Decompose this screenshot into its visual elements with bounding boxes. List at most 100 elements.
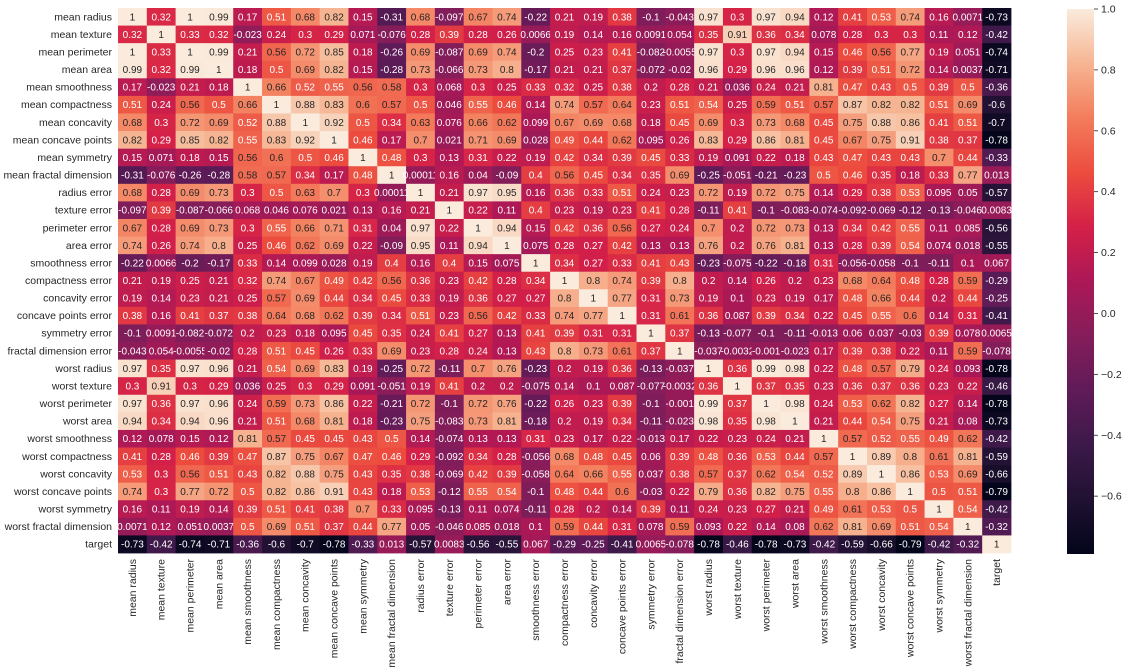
- cell-value-label: 0.3: [298, 381, 312, 392]
- cell-value-label: 0.55: [612, 469, 632, 480]
- cell-value-label: -0.076: [147, 171, 176, 182]
- cell-value-label: 1: [158, 30, 164, 41]
- cell-value-label: 0.61: [843, 505, 863, 516]
- cell-value-label: -0.077: [723, 329, 752, 340]
- cell-value-label: -0.058: [522, 469, 551, 480]
- cell-value-label: 0.39: [843, 65, 863, 76]
- cell-value-label: -0.075: [723, 258, 752, 269]
- cell-value-label: 0.55: [900, 434, 920, 445]
- cell-value-label: -0.42: [150, 540, 173, 551]
- cell-value-label: 0.22: [958, 381, 978, 392]
- cell-value-label: 1: [591, 294, 597, 305]
- cell-value-label: 0.087: [725, 311, 750, 322]
- cell-value-label: 0.31: [468, 153, 488, 164]
- cell-value-label: 0.82: [324, 12, 344, 23]
- cell-value-label: 0.88: [267, 118, 287, 129]
- cell-value-label: 0.74: [555, 100, 575, 111]
- cell-value-label: 1: [245, 83, 251, 94]
- cell-value-label: 0.15: [468, 258, 488, 269]
- cell-value-label: 0.51: [209, 469, 229, 480]
- cell-value-label: -0.02: [207, 346, 230, 357]
- x-tick-label: area error: [501, 559, 513, 606]
- cell-value-label: 0.32: [238, 276, 258, 287]
- cell-value-label: 0.091: [350, 381, 375, 392]
- cell-value-label: 0.25: [238, 294, 258, 305]
- cell-value-label: 0.99: [180, 65, 200, 76]
- cell-value-label: 0.17: [382, 135, 402, 146]
- cell-value-label: 0.14: [756, 522, 776, 533]
- cell-value-label: 0.62: [497, 118, 517, 129]
- cell-value-label: 0.81: [497, 417, 517, 428]
- cell-value-label: 0.04: [468, 171, 488, 182]
- cell-value-label: 0.73: [468, 417, 488, 428]
- cell-value-label: 0.14: [555, 381, 575, 392]
- cell-value-label: 0.45: [814, 135, 834, 146]
- cell-value-label: 0.81: [843, 522, 863, 533]
- cell-value-label: 0.74: [180, 241, 200, 252]
- cell-value-label: 0.36: [728, 487, 748, 498]
- cell-value-label: 0.0083: [981, 206, 1012, 217]
- cell-value-label: 0.91: [324, 487, 344, 498]
- cell-value-label: 0.21: [238, 47, 258, 58]
- cell-value-label: 0.33: [238, 258, 258, 269]
- cell-value-label: 0.43: [872, 83, 892, 94]
- cell-value-label: 0.23: [180, 294, 200, 305]
- cell-value-label: -0.18: [784, 258, 807, 269]
- cell-value-label: 0.13: [497, 346, 517, 357]
- cell-value-label: 0.72: [756, 188, 776, 199]
- cell-value-label: 1: [187, 47, 193, 58]
- cell-value-label: 1: [446, 206, 452, 217]
- cell-value-label: 0.25: [497, 83, 517, 94]
- cell-value-label: 0.24: [756, 83, 776, 94]
- colorbar-tick-label: 0.4: [1101, 186, 1116, 198]
- cell-value-label: -0.29: [553, 540, 576, 551]
- cell-value-label: 0.48: [555, 487, 575, 498]
- cell-value-label: -0.074: [810, 206, 839, 217]
- cell-value-label: 0.0065: [981, 329, 1012, 340]
- cell-value-label: 0.69: [296, 294, 316, 305]
- cell-value-label: 0.074: [494, 505, 519, 516]
- cell-value-label: 0.33: [151, 47, 171, 58]
- cell-value-label: 0.071: [149, 153, 174, 164]
- cell-value-label: 0.55: [324, 83, 344, 94]
- cell-value-label: 0.14: [209, 505, 229, 516]
- cell-value-label: -0.051: [377, 381, 406, 392]
- cell-value-label: 0.62: [612, 135, 632, 146]
- cell-value-label: 0.12: [151, 522, 171, 533]
- cell-value-label: 0.82: [900, 399, 920, 410]
- cell-value-label: 0.96: [209, 364, 229, 375]
- cell-value-label: 0.3: [874, 30, 888, 41]
- cell-value-label: -0.056: [838, 258, 867, 269]
- x-tick-label: mean area: [213, 559, 225, 609]
- cell-value-label: 0.5: [414, 100, 428, 111]
- cell-value-label: 0.5: [817, 171, 831, 182]
- cell-value-label: 0.73: [670, 294, 690, 305]
- cell-value-label: 0.095: [638, 135, 663, 146]
- cell-value-label: 0.21: [785, 83, 805, 94]
- cell-value-label: 0.88: [296, 469, 316, 480]
- cell-value-label: 0.38: [612, 12, 632, 23]
- cell-value-label: -0.78: [985, 399, 1008, 410]
- cell-value-label: 0.42: [555, 223, 575, 234]
- cell-value-label: 0.6: [615, 487, 629, 498]
- cell-value-label: 0.99: [756, 364, 776, 375]
- cell-value-label: -0.33: [351, 540, 374, 551]
- x-tick-label: worst radius: [703, 559, 715, 617]
- cell-value-label: 0.34: [843, 223, 863, 234]
- cell-value-label: 0.73: [756, 118, 776, 129]
- cell-value-label: 0.35: [151, 364, 171, 375]
- cell-value-label: 0.13: [641, 241, 661, 252]
- cell-value-label: 0.7: [327, 188, 341, 199]
- cell-value-label: 0.74: [267, 276, 287, 287]
- cell-value-label: -0.71: [207, 540, 230, 551]
- cell-value-label: 0.59: [958, 346, 978, 357]
- cell-value-label: 0.51: [958, 118, 978, 129]
- cell-value-label: 0.45: [641, 153, 661, 164]
- cell-value-label: 0.45: [584, 171, 604, 182]
- cell-value-label: 0.29: [728, 65, 748, 76]
- cell-value-label: 0.44: [584, 135, 604, 146]
- cell-value-label: 0.33: [670, 153, 690, 164]
- cell-value-label: 0.2: [644, 83, 658, 94]
- cell-value-label: 0.41: [728, 206, 748, 217]
- cell-value-label: -0.097: [118, 206, 147, 217]
